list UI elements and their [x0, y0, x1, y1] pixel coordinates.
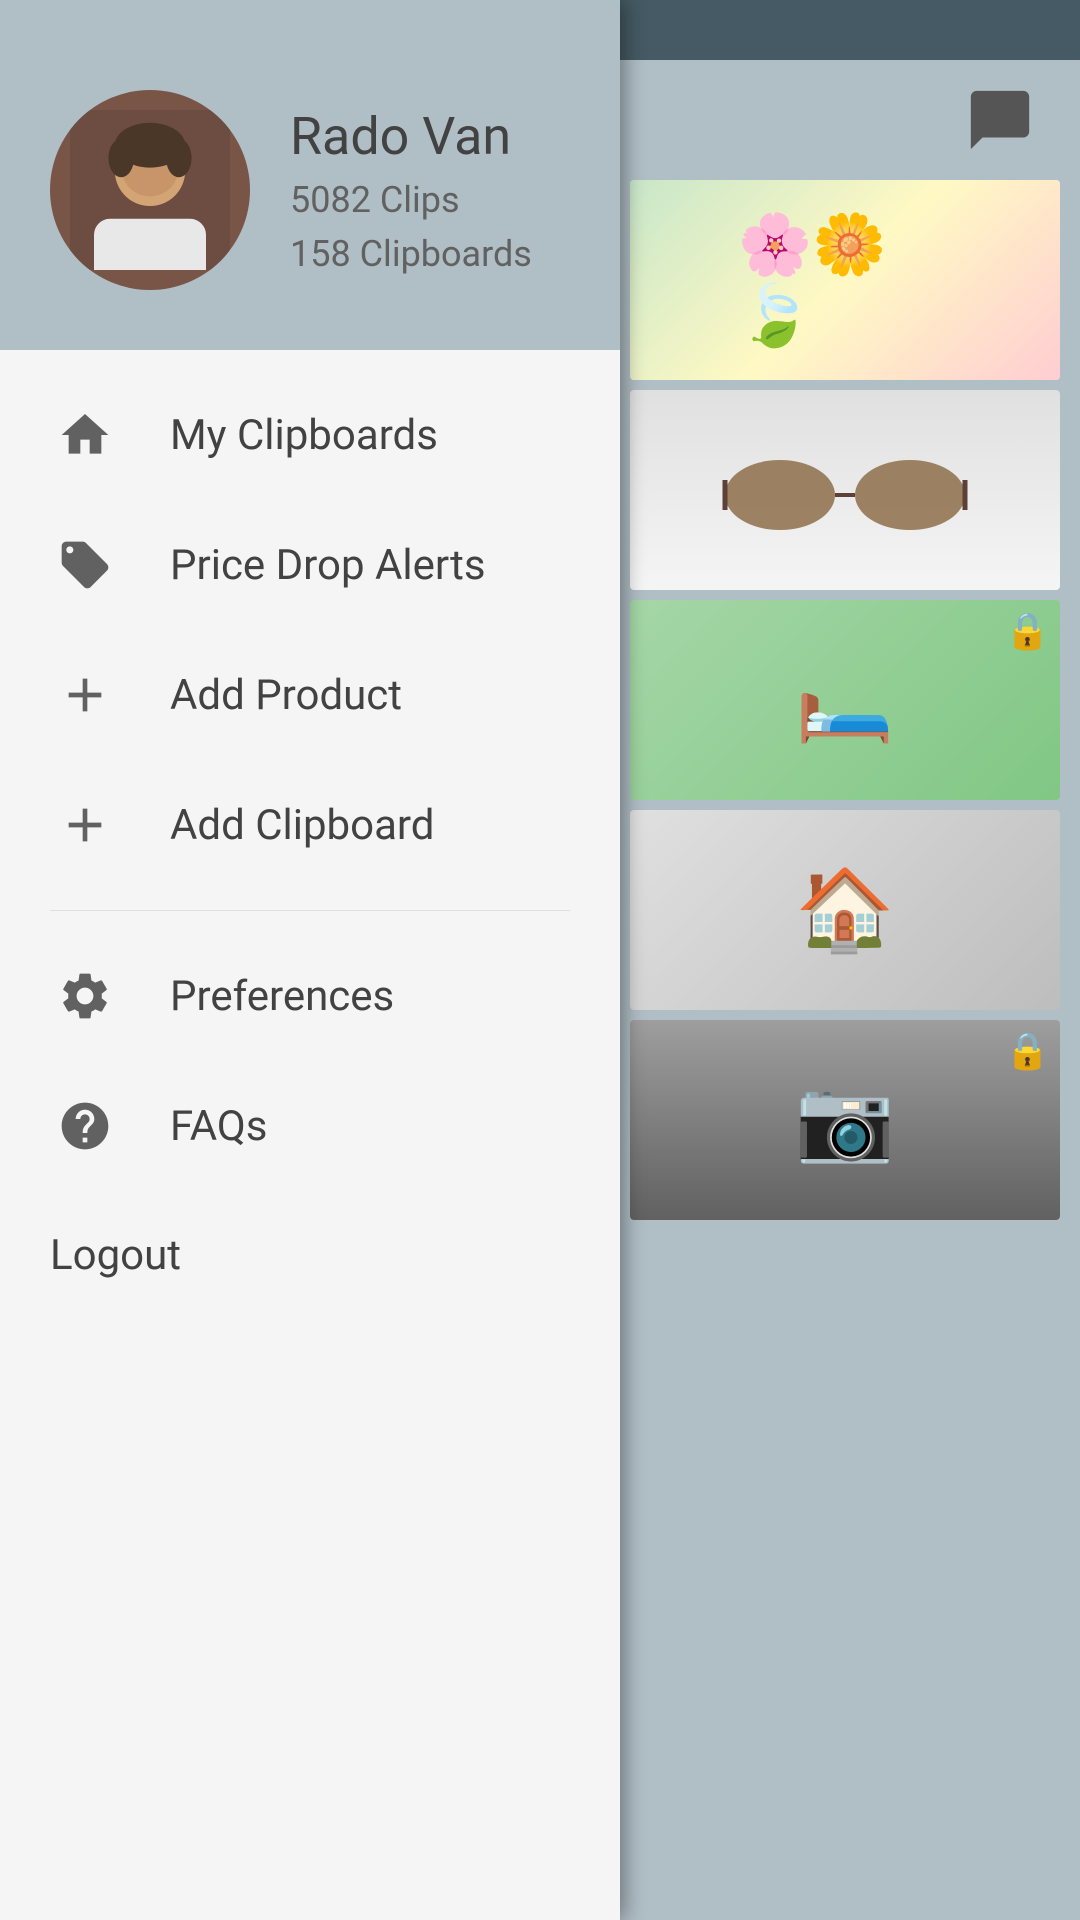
image-card-bed2[interactable]: 🏠: [630, 810, 1060, 1010]
menu-item-logout[interactable]: Logout: [0, 1191, 620, 1320]
add-clipboard-label: Add Clipboard: [170, 801, 434, 850]
menu-item-price-drop-alerts[interactable]: Price Drop Alerts: [0, 500, 620, 630]
menu-section-1: My Clipboards Price Drop Alerts: [0, 350, 620, 910]
clips-count: 5082 Clips: [290, 179, 532, 221]
clipboards-count: 158 Clipboards: [290, 233, 532, 275]
menu-section-2: Preferences FAQs Logout: [0, 911, 620, 1340]
menu-item-preferences[interactable]: Preferences: [0, 931, 620, 1061]
gear-icon: [50, 961, 120, 1031]
home-icon: [50, 400, 120, 470]
my-clipboards-label: My Clipboards: [170, 411, 438, 460]
user-info: Rado Van 5082 Clips 158 Clipboards: [290, 106, 532, 275]
avatar[interactable]: [50, 90, 250, 290]
drawer-menu: My Clipboards Price Drop Alerts: [0, 350, 620, 1920]
preferences-label: Preferences: [170, 972, 394, 1021]
chat-icon-container[interactable]: [960, 80, 1040, 160]
add-product-label: Add Product: [170, 671, 402, 720]
navigation-drawer: Rado Van 5082 Clips 158 Clipboards My Cl…: [0, 0, 620, 1920]
image-card-camera[interactable]: 📷 🔒: [630, 1020, 1060, 1220]
menu-item-add-clipboard[interactable]: Add Clipboard: [0, 760, 620, 890]
image-card-bed1[interactable]: 🛏️ 🔒: [630, 600, 1060, 800]
image-card-flower[interactable]: [630, 180, 1060, 380]
user-name: Rado Van: [290, 106, 532, 167]
menu-item-add-product[interactable]: Add Product: [0, 630, 620, 760]
faqs-label: FAQs: [170, 1102, 267, 1151]
lock-icon: 🔒: [1005, 610, 1050, 652]
add-product-icon: [50, 660, 120, 730]
chat-icon: [965, 85, 1035, 155]
menu-item-faqs[interactable]: FAQs: [0, 1061, 620, 1191]
price-tag-icon: [50, 530, 120, 600]
avatar-image: [70, 110, 230, 270]
image-grid: 🛏️ 🔒 🏠 📷 🔒: [620, 180, 1080, 1220]
logout-label: Logout: [50, 1231, 181, 1280]
question-icon: [50, 1091, 120, 1161]
lock-icon-camera: 🔒: [1005, 1030, 1050, 1072]
price-drop-alerts-label: Price Drop Alerts: [170, 541, 486, 590]
add-clipboard-icon: [50, 790, 120, 860]
sunglasses-svg: [715, 440, 975, 540]
menu-item-my-clipboards[interactable]: My Clipboards: [0, 370, 620, 500]
drawer-header: Rado Van 5082 Clips 158 Clipboards: [0, 0, 620, 350]
image-card-sunglasses[interactable]: [630, 390, 1060, 590]
